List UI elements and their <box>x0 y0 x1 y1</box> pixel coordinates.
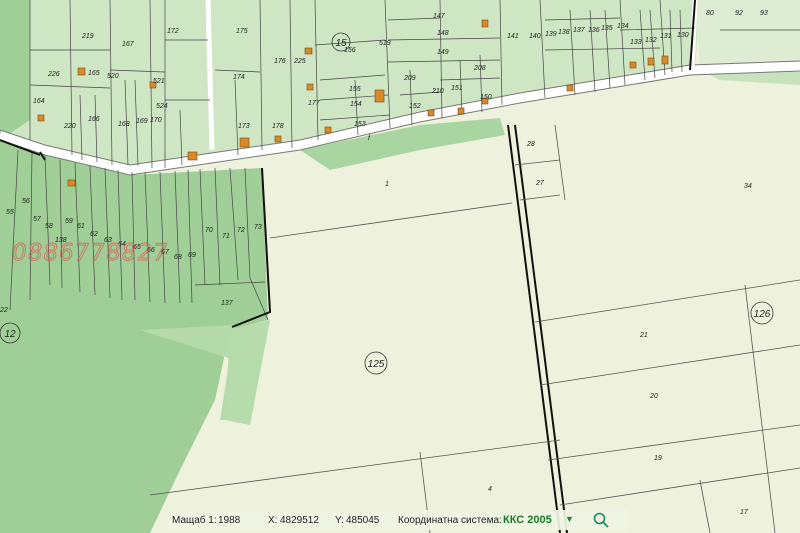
parcel-219: 219 <box>81 33 94 40</box>
parcel-58: 58 <box>45 223 53 230</box>
parcel-140: 140 <box>529 33 541 40</box>
parcel-132: 132 <box>645 37 657 44</box>
parcel-165: 165 <box>88 70 100 77</box>
parcel-136: 136 <box>588 27 600 34</box>
parcel-168: 168 <box>118 121 130 128</box>
parcel-151: 151 <box>451 85 463 92</box>
parcel-21: 21 <box>639 332 648 339</box>
parcel-175: 175 <box>236 28 248 35</box>
parcel-17: 17 <box>740 509 749 516</box>
parcel-155: 155 <box>349 86 361 93</box>
parcel-154: 154 <box>350 101 362 108</box>
search-icon[interactable] <box>592 511 610 529</box>
parcel-135: 135 <box>601 25 613 32</box>
y-label: Y: <box>335 514 344 526</box>
parcel-153: 153 <box>354 121 366 128</box>
parcel-56: 56 <box>22 198 30 205</box>
parcel-138: 138 <box>558 29 570 36</box>
coord-system-label: Координатна система: <box>398 514 502 526</box>
circle-125-label: 125 <box>368 359 385 370</box>
parcel-139: 139 <box>545 31 557 38</box>
parcel-147: 147 <box>433 13 446 20</box>
circle-12-label: 12 <box>4 329 16 340</box>
parcel-61: 61 <box>77 223 85 230</box>
parcel-149: 149 <box>437 49 449 56</box>
parcel-519: 519 <box>379 40 391 47</box>
parcel-130: 130 <box>677 32 689 39</box>
parcel-80: 80 <box>706 10 714 17</box>
parcel-148: 148 <box>437 30 449 37</box>
phone-watermark: 0886778827 <box>10 240 171 267</box>
coord-system-select[interactable]: ККС 2005 <box>503 514 552 526</box>
parcel-208: 208 <box>473 65 486 72</box>
parcel-137: 137 <box>573 27 586 34</box>
parcel-34: 34 <box>744 183 752 190</box>
parcel-93: 93 <box>760 10 768 17</box>
parcel-55: 55 <box>6 209 14 216</box>
parcel-68: 68 <box>174 254 182 261</box>
parcel-521: 521 <box>153 78 165 85</box>
parcel-176: 176 <box>274 58 286 65</box>
parcel-178: 178 <box>272 123 284 130</box>
parcel-152: 152 <box>409 103 421 110</box>
parcel-174: 174 <box>233 74 245 81</box>
parcel-141: 141 <box>507 33 519 40</box>
parcel-172: 172 <box>167 28 179 35</box>
parcel-73: 73 <box>254 224 262 231</box>
parcel-131: 131 <box>660 33 672 40</box>
coord-system-dropdown-icon[interactable]: ▼ <box>565 514 574 524</box>
parcel-69: 69 <box>188 252 196 259</box>
parcel-169: 169 <box>136 118 148 125</box>
parcel-19: 19 <box>654 455 662 462</box>
parcel-167: 167 <box>122 41 135 48</box>
parcel-1: 1 <box>385 181 389 188</box>
parcel-150: 150 <box>480 94 492 101</box>
parcel-209: 209 <box>403 75 416 82</box>
parcel-28: 28 <box>526 141 535 148</box>
x-value: 4829512 <box>280 514 319 526</box>
circle-15-label: 15 <box>335 38 347 49</box>
parcel-20: 20 <box>649 393 658 400</box>
circle-126-label: 126 <box>754 309 771 320</box>
parcel-4: 4 <box>488 486 492 493</box>
parcel-164: 164 <box>33 98 45 105</box>
parcel-137b: 137 <box>221 300 234 307</box>
x-label: X: <box>268 514 278 526</box>
scale-label: Мащаб 1: <box>172 514 217 526</box>
parcel-520: 520 <box>107 73 119 80</box>
parcel-22: 22 <box>0 307 8 314</box>
parcel-72: 72 <box>237 227 245 234</box>
status-bar: Мащаб 1: 1988 X: 4829512 Y: 485045 Коорд… <box>168 510 628 530</box>
parcel-524: 524 <box>156 103 168 110</box>
parcel-173: 173 <box>238 123 250 130</box>
scale-value: 1988 <box>218 514 241 526</box>
y-value: 485045 <box>346 514 380 526</box>
parcel-177: 177 <box>308 100 321 107</box>
parcel-220: 220 <box>63 123 76 130</box>
parcel-225: 225 <box>293 58 306 65</box>
parcel-59: 59 <box>65 218 73 225</box>
cadastral-map[interactable]: 219 167 172 175 156 147 148 149 141 140 … <box>0 0 800 533</box>
parcel-134: 134 <box>617 23 629 30</box>
parcel-170: 170 <box>150 117 162 124</box>
parcel-70: 70 <box>205 227 213 234</box>
parcel-27: 27 <box>535 180 545 187</box>
parcel-62: 62 <box>90 231 98 238</box>
parcel-57: 57 <box>33 216 42 223</box>
parcel-133: 133 <box>630 39 642 46</box>
parcel-166: 166 <box>88 116 100 123</box>
parcel-226: 226 <box>47 71 60 78</box>
parcel-92: 92 <box>735 10 743 17</box>
parcel-210: 210 <box>431 88 444 95</box>
parcel-71: 71 <box>222 233 230 240</box>
